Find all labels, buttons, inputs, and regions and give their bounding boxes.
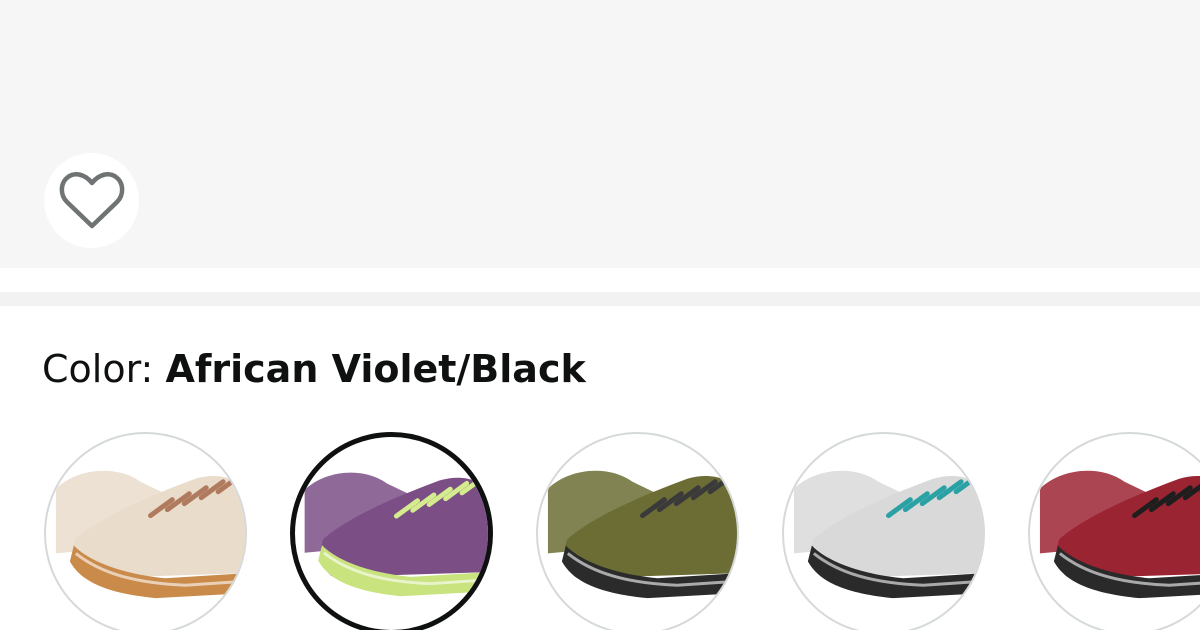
shoe-thumbnail-image — [1039, 470, 1200, 599]
section-divider — [0, 292, 1200, 306]
shoe-thumbnail-image — [793, 470, 983, 599]
selected-color-value: African Violet/Black — [165, 347, 586, 391]
color-swatch-red-black-shoe[interactable] — [1028, 432, 1200, 630]
color-swatch-cream-tan-shoe[interactable] — [44, 432, 247, 630]
product-image-area — [0, 0, 1200, 268]
wishlist-button[interactable] — [44, 153, 139, 248]
shoe-thumbnail-image — [304, 472, 488, 597]
heart-icon — [59, 171, 124, 228]
color-label-row: Color: African Violet/Black — [42, 344, 586, 394]
color-label: Color: — [42, 347, 166, 391]
color-swatch-grey-teal-black-shoe[interactable] — [782, 432, 985, 630]
color-swatch-list — [0, 432, 1200, 630]
shoe-thumbnail-image — [547, 470, 737, 599]
color-swatch-olive-black-shoe[interactable] — [536, 432, 739, 630]
color-swatch-african-violet-black-shoe[interactable] — [290, 432, 493, 630]
spacer — [0, 268, 1200, 292]
shoe-thumbnail-image — [55, 470, 245, 599]
